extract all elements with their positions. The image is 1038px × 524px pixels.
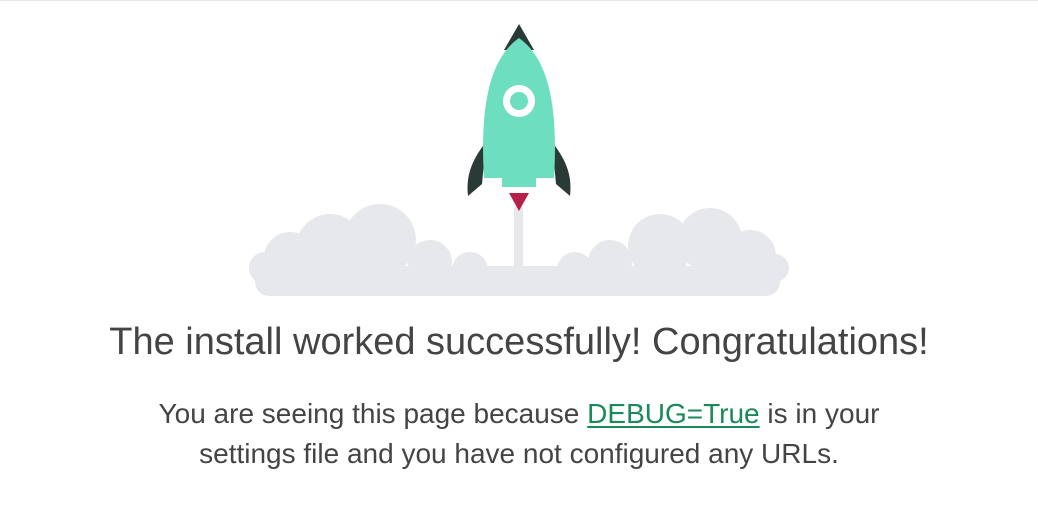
debug-true-link[interactable]: DEBUG=True	[587, 398, 759, 429]
success-headline: The install worked successfully! Congrat…	[109, 321, 929, 363]
message-text-before: You are seeing this page because	[158, 398, 588, 429]
rocket-icon	[467, 24, 571, 211]
rocket-launch-illustration	[249, 24, 789, 296]
page: The install worked successfully! Congrat…	[0, 0, 1038, 524]
debug-explanation: You are seeing this page because DEBUG=T…	[119, 394, 919, 474]
exhaust-trail	[514, 206, 523, 288]
